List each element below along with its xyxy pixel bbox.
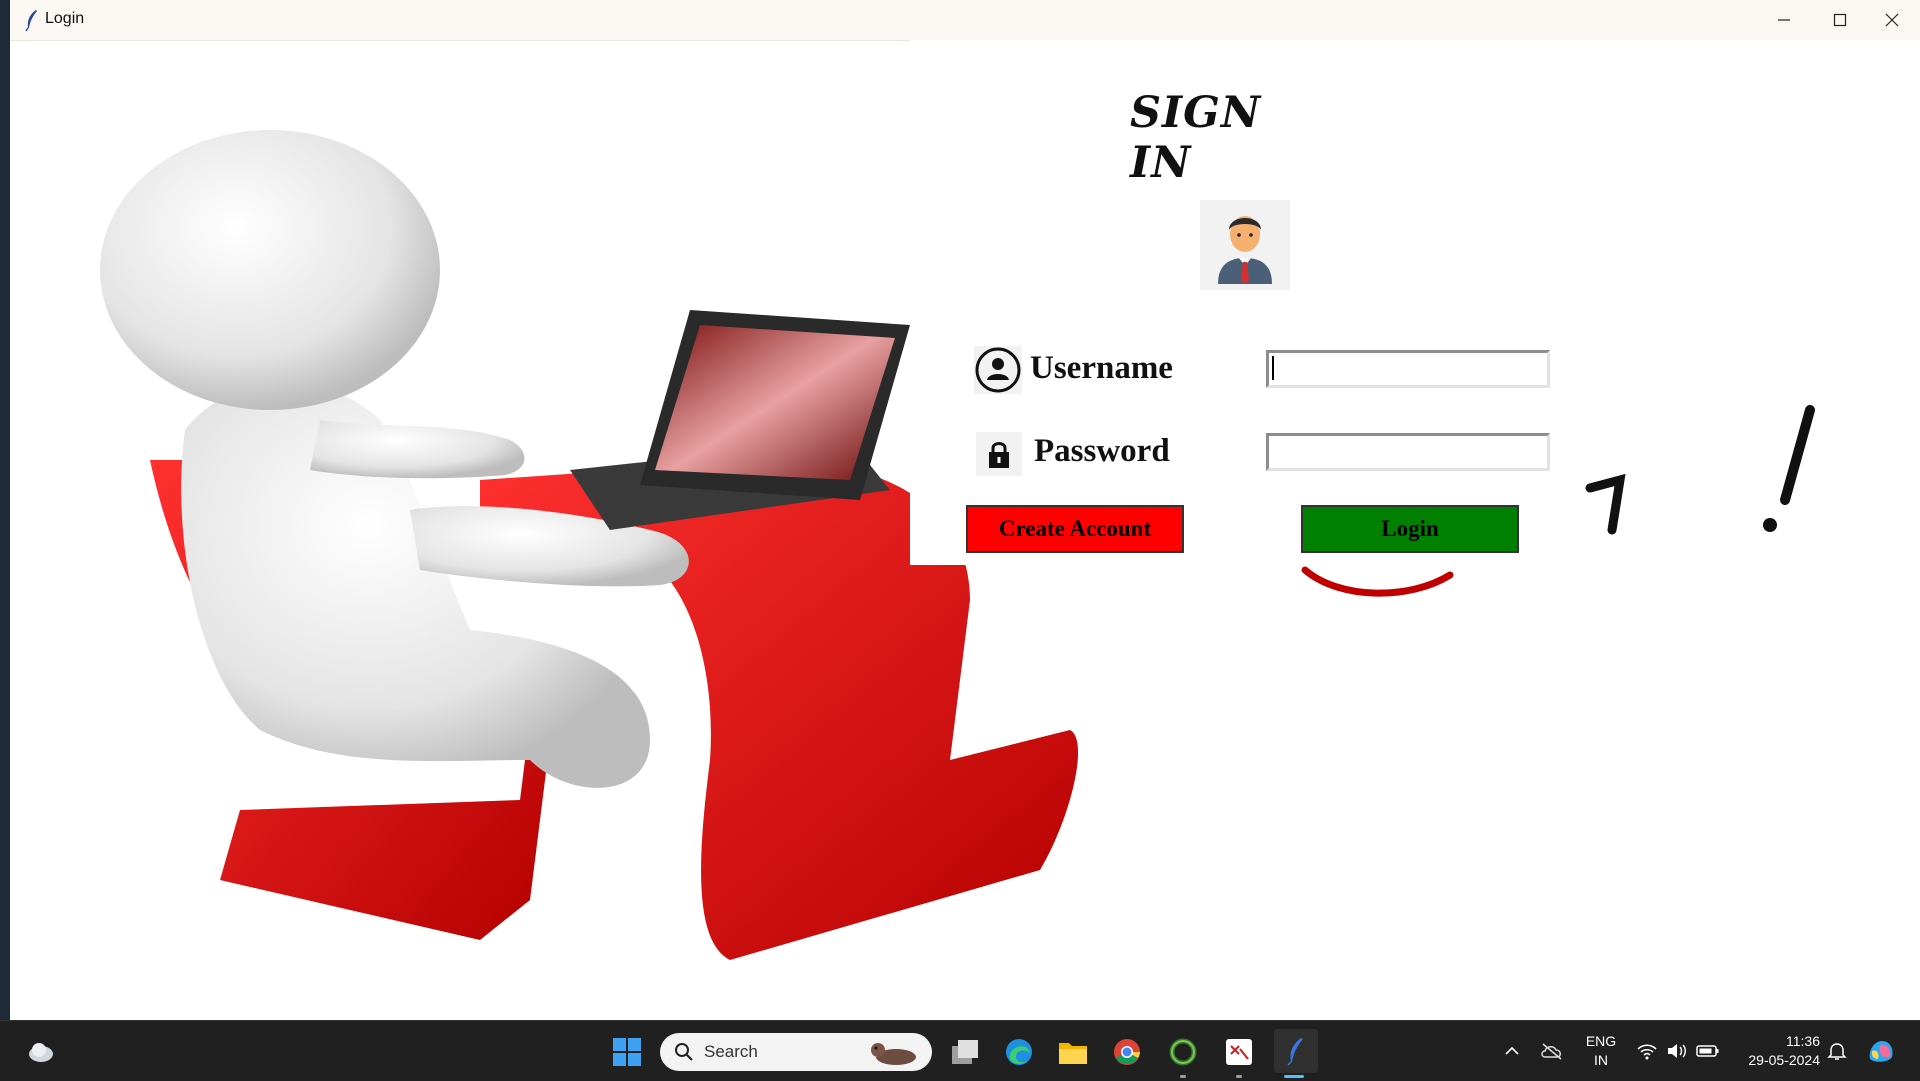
businessman-icon <box>1218 216 1272 284</box>
username-label: Username <box>1030 350 1173 386</box>
smiley-doodle <box>1585 405 1815 535</box>
app-ring-icon <box>1169 1038 1197 1066</box>
volume-icon <box>1668 1044 1686 1058</box>
close-button[interactable] <box>1864 0 1920 40</box>
login-window: Login SIGN IN Username Password Create A… <box>10 0 1920 1020</box>
minimize-icon <box>1778 19 1790 21</box>
username-input[interactable] <box>1266 350 1550 388</box>
app-sheet-button[interactable] <box>1220 1033 1258 1071</box>
running-indicator <box>1236 1075 1242 1078</box>
weather-widget[interactable] <box>22 1033 62 1069</box>
python-feather-icon <box>1287 1038 1303 1066</box>
volume-button[interactable] <box>1664 1039 1690 1063</box>
password-input[interactable] <box>1266 433 1550 471</box>
username-icon-box <box>974 346 1022 394</box>
onedrive-button[interactable] <box>1538 1039 1566 1063</box>
wifi-button[interactable] <box>1634 1039 1660 1063</box>
search-placeholder: Search <box>704 1042 758 1061</box>
search-icon <box>675 1043 693 1061</box>
login-button[interactable]: Login <box>1301 505 1519 553</box>
language-indicator[interactable]: ENG IN <box>1576 1032 1626 1070</box>
password-label: Password <box>1034 433 1170 469</box>
task-view-button[interactable] <box>946 1033 984 1071</box>
clock[interactable]: 11:36 29-05-2024 <box>1730 1032 1820 1070</box>
show-hidden-icons-button[interactable] <box>1500 1039 1524 1063</box>
clock-date: 29-05-2024 <box>1748 1052 1820 1068</box>
title-bar: Login <box>10 0 1920 41</box>
window-title: Login <box>45 10 85 27</box>
user-avatar <box>1200 200 1290 290</box>
start-button[interactable] <box>608 1033 646 1071</box>
chevron-up-icon <box>1505 1046 1519 1055</box>
copilot-icon <box>1869 1041 1893 1062</box>
file-explorer-icon <box>1059 1043 1087 1064</box>
wifi-icon <box>1637 1044 1657 1060</box>
weather-icon <box>29 1043 53 1062</box>
chrome-button[interactable] <box>1108 1033 1146 1071</box>
close-icon <box>1885 13 1899 27</box>
password-icon-box <box>976 432 1022 476</box>
task-view-icon <box>952 1040 978 1064</box>
minimize-button[interactable] <box>1756 0 1812 40</box>
region-code: IN <box>1594 1052 1608 1068</box>
active-indicator <box>1284 1075 1304 1078</box>
feather-icon <box>25 10 37 32</box>
create-account-button[interactable]: Create Account <box>966 505 1184 553</box>
lock-icon <box>989 442 1009 468</box>
battery-button[interactable] <box>1694 1039 1722 1063</box>
otter-search-highlight-icon <box>871 1043 916 1065</box>
taskbar: Search ENG IN 11:36 29-05-2024 <box>0 1020 1920 1081</box>
chrome-icon <box>1114 1039 1140 1065</box>
cloud-off-icon <box>1541 1043 1562 1060</box>
user-circle-icon <box>975 347 1021 393</box>
maximize-button[interactable] <box>1812 0 1868 40</box>
clock-time: 11:36 <box>1786 1033 1820 1049</box>
edge-button[interactable] <box>1000 1033 1038 1071</box>
app-sheet-icon <box>1226 1039 1252 1065</box>
language-code: ENG <box>1585 1033 1617 1049</box>
copilot-button[interactable] <box>1864 1035 1898 1067</box>
smile-curve <box>1301 566 1454 597</box>
file-explorer-button[interactable] <box>1054 1033 1092 1071</box>
notification-bell-icon <box>1827 1043 1847 1060</box>
edge-icon <box>1006 1039 1032 1065</box>
sign-in-heading: SIGN IN <box>1130 88 1262 188</box>
maximize-icon <box>1833 13 1847 27</box>
window-content: SIGN IN Username Password Create Account… <box>10 40 1920 1020</box>
taskbar-search[interactable]: Search <box>660 1033 932 1071</box>
app-ring-button[interactable] <box>1164 1033 1202 1071</box>
desktop-strip <box>0 0 10 1020</box>
notifications-button[interactable] <box>1824 1039 1850 1063</box>
battery-icon <box>1696 1045 1719 1057</box>
text-cursor <box>1272 356 1274 380</box>
python-app-button[interactable] <box>1274 1029 1318 1073</box>
running-indicator <box>1180 1075 1186 1078</box>
start-icon <box>613 1038 641 1066</box>
